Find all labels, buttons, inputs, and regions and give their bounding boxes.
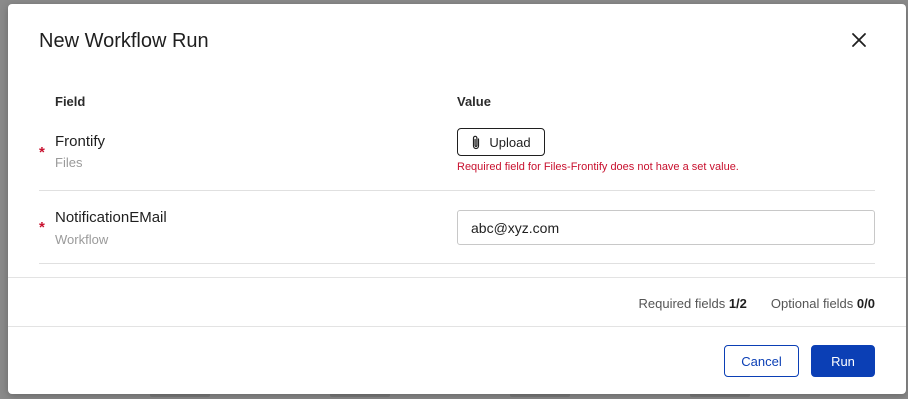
required-fields-summary: Required fields 1/2 [638, 296, 746, 311]
field-name-frontify: Frontify [55, 133, 106, 150]
upload-button[interactable]: Upload [457, 128, 545, 156]
cancel-button[interactable]: Cancel [724, 345, 799, 377]
row-divider [39, 190, 875, 191]
optional-fields-count: 0/0 [856, 296, 875, 311]
close-icon [852, 33, 866, 47]
run-button[interactable]: Run [811, 345, 875, 377]
required-indicator: * [39, 144, 45, 161]
dialog-title: New Workflow Run [39, 30, 209, 52]
optional-fields-summary: Optional fields 0/0 [771, 296, 875, 311]
paperclip-icon [473, 135, 480, 149]
section-divider [8, 277, 906, 278]
close-button[interactable] [848, 29, 870, 51]
footer-divider [8, 326, 906, 327]
required-indicator: * [39, 219, 45, 236]
validation-error: Required field for Files-Frontify does n… [457, 161, 739, 173]
required-fields-count: 1/2 [728, 296, 747, 311]
notification-email-input[interactable] [457, 210, 875, 245]
field-source-workflow: Workflow [55, 232, 109, 247]
column-header-value: Value [457, 94, 491, 109]
required-fields-label: Required fields [638, 296, 726, 311]
field-summary: Required fields 1/2 Optional fields 0/0 [638, 296, 875, 311]
column-header-field: Field [55, 94, 86, 109]
field-name-notification-email: NotificationEMail [55, 209, 167, 226]
field-source-files: Files [55, 155, 83, 170]
upload-button-label: Upload [489, 134, 531, 150]
row-divider [39, 263, 875, 264]
optional-fields-label: Optional fields [770, 296, 854, 311]
new-workflow-run-dialog: New Workflow Run Field Value * Frontify … [8, 4, 906, 394]
